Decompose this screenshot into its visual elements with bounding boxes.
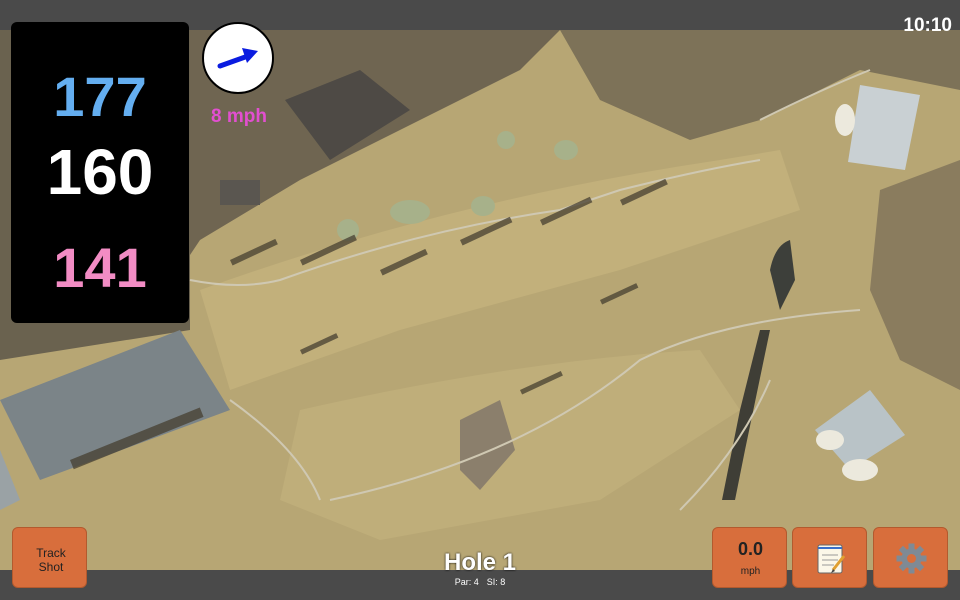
track-shot-label: Track Shot: [36, 546, 66, 574]
speed-button[interactable]: 0.0 mph: [712, 527, 787, 588]
track-shot-button[interactable]: Track Shot: [12, 527, 87, 588]
wind-indicator: [202, 22, 274, 94]
arrow-up-right-icon: [217, 48, 258, 69]
speed-value: 0.0: [737, 539, 764, 559]
hole-stroke-index: SI: 8: [486, 577, 506, 587]
gear-icon: [896, 543, 927, 574]
notes-button[interactable]: [792, 527, 867, 588]
yardage-panel: 177 160 141: [11, 22, 189, 323]
clock: 10:10: [903, 15, 952, 36]
notepad-icon: [817, 544, 846, 574]
settings-button[interactable]: [873, 527, 948, 588]
wind-speed: 8 mph: [211, 106, 267, 127]
hole-info: Par: 4 SI: 8: [400, 577, 560, 587]
yardage-middle: 160: [46, 136, 154, 208]
hole-title: Hole 1: [443, 549, 517, 576]
speed-unit: mph: [740, 566, 761, 577]
yardage-front: 141: [53, 236, 147, 299]
hole-par: Par: 4: [454, 577, 479, 587]
yardage-back: 177: [53, 65, 147, 128]
